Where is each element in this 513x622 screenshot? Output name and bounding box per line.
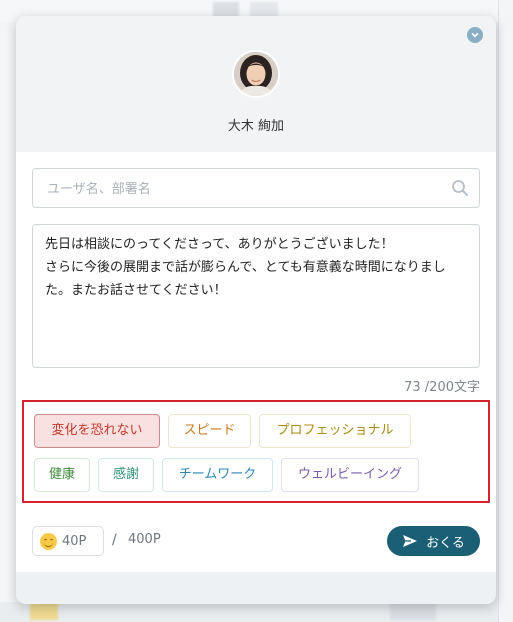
chevron-down-icon [471, 32, 479, 38]
thanks-card-dialog: 大木 絢加 先日は相談にのってくださって、ありがとうございました！ さらに今後の… [16, 16, 496, 604]
user-name: 大木 絢加 [227, 119, 285, 134]
tag-健康[interactable]: 健康 [34, 458, 90, 492]
paper-plane-icon [403, 535, 418, 547]
send-button-label: おくる [426, 534, 465, 550]
blurred-content [390, 602, 436, 620]
tag-チームワーク[interactable]: チームワーク [162, 458, 273, 492]
tag-感謝[interactable]: 感謝 [98, 458, 154, 492]
background-scrollbar [498, 0, 513, 622]
send-button[interactable]: おくる [387, 526, 480, 556]
card-footer [16, 572, 496, 604]
current-points: 40P [62, 533, 87, 549]
user-search-field[interactable] [32, 168, 480, 209]
tag-ウェルビーイング[interactable]: ウェルビーイング [281, 458, 419, 492]
points-separator: / [112, 532, 117, 548]
value-tags-group: 変化を恐れない スピード プロフェッショナル 健康 感謝 チームワーク ウェルビ… [22, 400, 490, 503]
points-selector[interactable]: 40P [32, 526, 104, 556]
avatar-image [234, 52, 278, 96]
search-icon[interactable] [451, 179, 469, 197]
avatar [232, 50, 280, 98]
blurred-content [30, 602, 58, 620]
smile-emoji-icon [40, 532, 57, 550]
tag-変化を恐れない[interactable]: 変化を恐れない [34, 414, 160, 448]
tag-プロフェッショナル[interactable]: プロフェッショナル [259, 414, 411, 448]
collapse-button[interactable] [467, 27, 483, 43]
card-header: 大木 絢加 [16, 16, 496, 152]
message-textarea[interactable]: 先日は相談にのってくださって、ありがとうございました！ さらに今後の展開まで話が… [32, 224, 480, 368]
tag-スピード[interactable]: スピード [168, 414, 251, 448]
max-points: 400P [128, 532, 161, 547]
character-count: 73 /200文字 [404, 380, 480, 395]
search-input[interactable] [45, 169, 439, 209]
